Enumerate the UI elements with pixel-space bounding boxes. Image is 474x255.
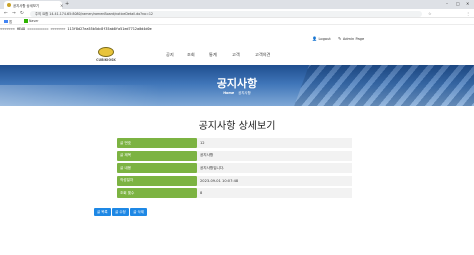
minimize-icon[interactable]: – (446, 1, 448, 6)
field-value: 공지사항입니다. (197, 163, 352, 173)
breadcrumb-current: 공지사항 (238, 91, 251, 95)
edit-icon: ✎ (338, 36, 342, 41)
field-label: 조회 횟수 (117, 188, 197, 198)
forward-icon[interactable]: → (12, 11, 16, 16)
url-text: 주의 요함 14.41.174.65:8080/ramen/ramenBoard… (35, 12, 154, 16)
page-title: 공지사항 상세보기 (198, 121, 276, 132)
close-window-icon[interactable]: ✕ (466, 1, 469, 6)
table-row: 글 번호 12 (117, 138, 352, 148)
table-row: 조회 횟수 8 (117, 188, 352, 198)
gnb-item[interactable]: 조회 (187, 52, 195, 58)
breadcrumb: Home 공지사항 (0, 90, 474, 95)
admin-page-link[interactable]: ✎ Admin Page (338, 36, 364, 41)
table-row: 글 제목 공지사항 (117, 150, 352, 161)
gnb-item[interactable]: 통계 (209, 52, 217, 58)
hero-banner: 공지사항 Home 공지사항 (0, 65, 474, 106)
tab-close-icon[interactable]: × (60, 3, 63, 8)
favicon-icon (7, 3, 11, 7)
field-value: 8 (197, 188, 352, 198)
table-row: 글 내용 공지사항입니다. (117, 163, 352, 173)
hero-title: 공지사항 (216, 77, 258, 90)
maximize-icon[interactable]: □ (456, 1, 460, 6)
site-logo[interactable]: CUBIKIOSK (92, 47, 120, 63)
bookmark-apps[interactable]: 앱 (4, 19, 12, 24)
gnb-item[interactable]: 고객의견 (255, 52, 270, 58)
field-label: 글 번호 (117, 138, 197, 148)
site-header: CUBIKIOSK 공지 조회 통계 고객 고객의견 (0, 43, 474, 65)
field-value: 12 (197, 138, 352, 148)
back-icon[interactable]: ← (4, 11, 8, 16)
breadcrumb-home[interactable]: Home (223, 91, 234, 95)
browser-tab[interactable]: 공지사항 상세보기 × (4, 1, 63, 9)
logout-label: Logout (318, 36, 331, 41)
new-tab-icon[interactable]: + (65, 1, 69, 7)
list-button[interactable]: 글 목록 (94, 208, 111, 216)
conflict-marker-text: <<<<<<< HEAD ========== >>>>>>> 113f8d27… (0, 27, 152, 31)
gnb-item[interactable]: 공지 (166, 52, 174, 58)
address-bar-row: ← → ↻ 주의 요함 14.41.174.65:8080/ramen/rame… (0, 9, 474, 18)
tab-title: 공지사항 상세보기 (13, 3, 40, 8)
field-value: 2023-09-01 10:07:48 (197, 175, 352, 186)
field-label: 작성일자 (117, 175, 197, 186)
action-buttons: 글 목록 글 수정 글 삭제 (94, 208, 148, 216)
notice-detail-table: 글 번호 12 글 제목 공지사항 글 내용 공지사항입니다. 작성일자 202… (117, 138, 352, 201)
admin-page-label: Admin Page (342, 36, 365, 41)
table-row: 작성일자 2023-09-01 10:07:48 (117, 175, 352, 186)
url-input[interactable]: 주의 요함 14.41.174.65:8080/ramen/ramenBoard… (30, 10, 422, 17)
bookmark-star-icon[interactable]: ☆ (428, 11, 432, 16)
edit-button[interactable]: 글 수정 (112, 208, 129, 216)
bookmark-naver[interactable]: Naver (24, 19, 39, 23)
logo-image (98, 47, 114, 57)
logo-text: CUBIKIOSK (96, 58, 116, 62)
reload-icon[interactable]: ↻ (20, 11, 24, 16)
bookmark-label: 앱 (9, 20, 12, 24)
delete-button[interactable]: 글 삭제 (130, 208, 147, 216)
logout-link[interactable]: 👤 Logout (312, 36, 331, 41)
browser-menu-icon[interactable]: ⋮ (466, 11, 470, 16)
naver-icon (24, 19, 28, 23)
field-label: 글 내용 (117, 163, 197, 173)
gnb-item[interactable]: 고객 (232, 52, 240, 58)
top-utility-bar: 👤 Logout ✎ Admin Page (0, 33, 474, 43)
user-icon: 👤 (312, 36, 317, 41)
browser-tab-strip: 공지사항 상세보기 × + – □ ✕ (0, 0, 474, 9)
apps-icon (4, 19, 8, 24)
field-label: 글 제목 (117, 150, 197, 161)
bookmarks-bar: 앱 Naver (0, 18, 474, 25)
field-value: 공지사항 (197, 150, 352, 161)
bookmark-label: Naver (29, 19, 39, 23)
